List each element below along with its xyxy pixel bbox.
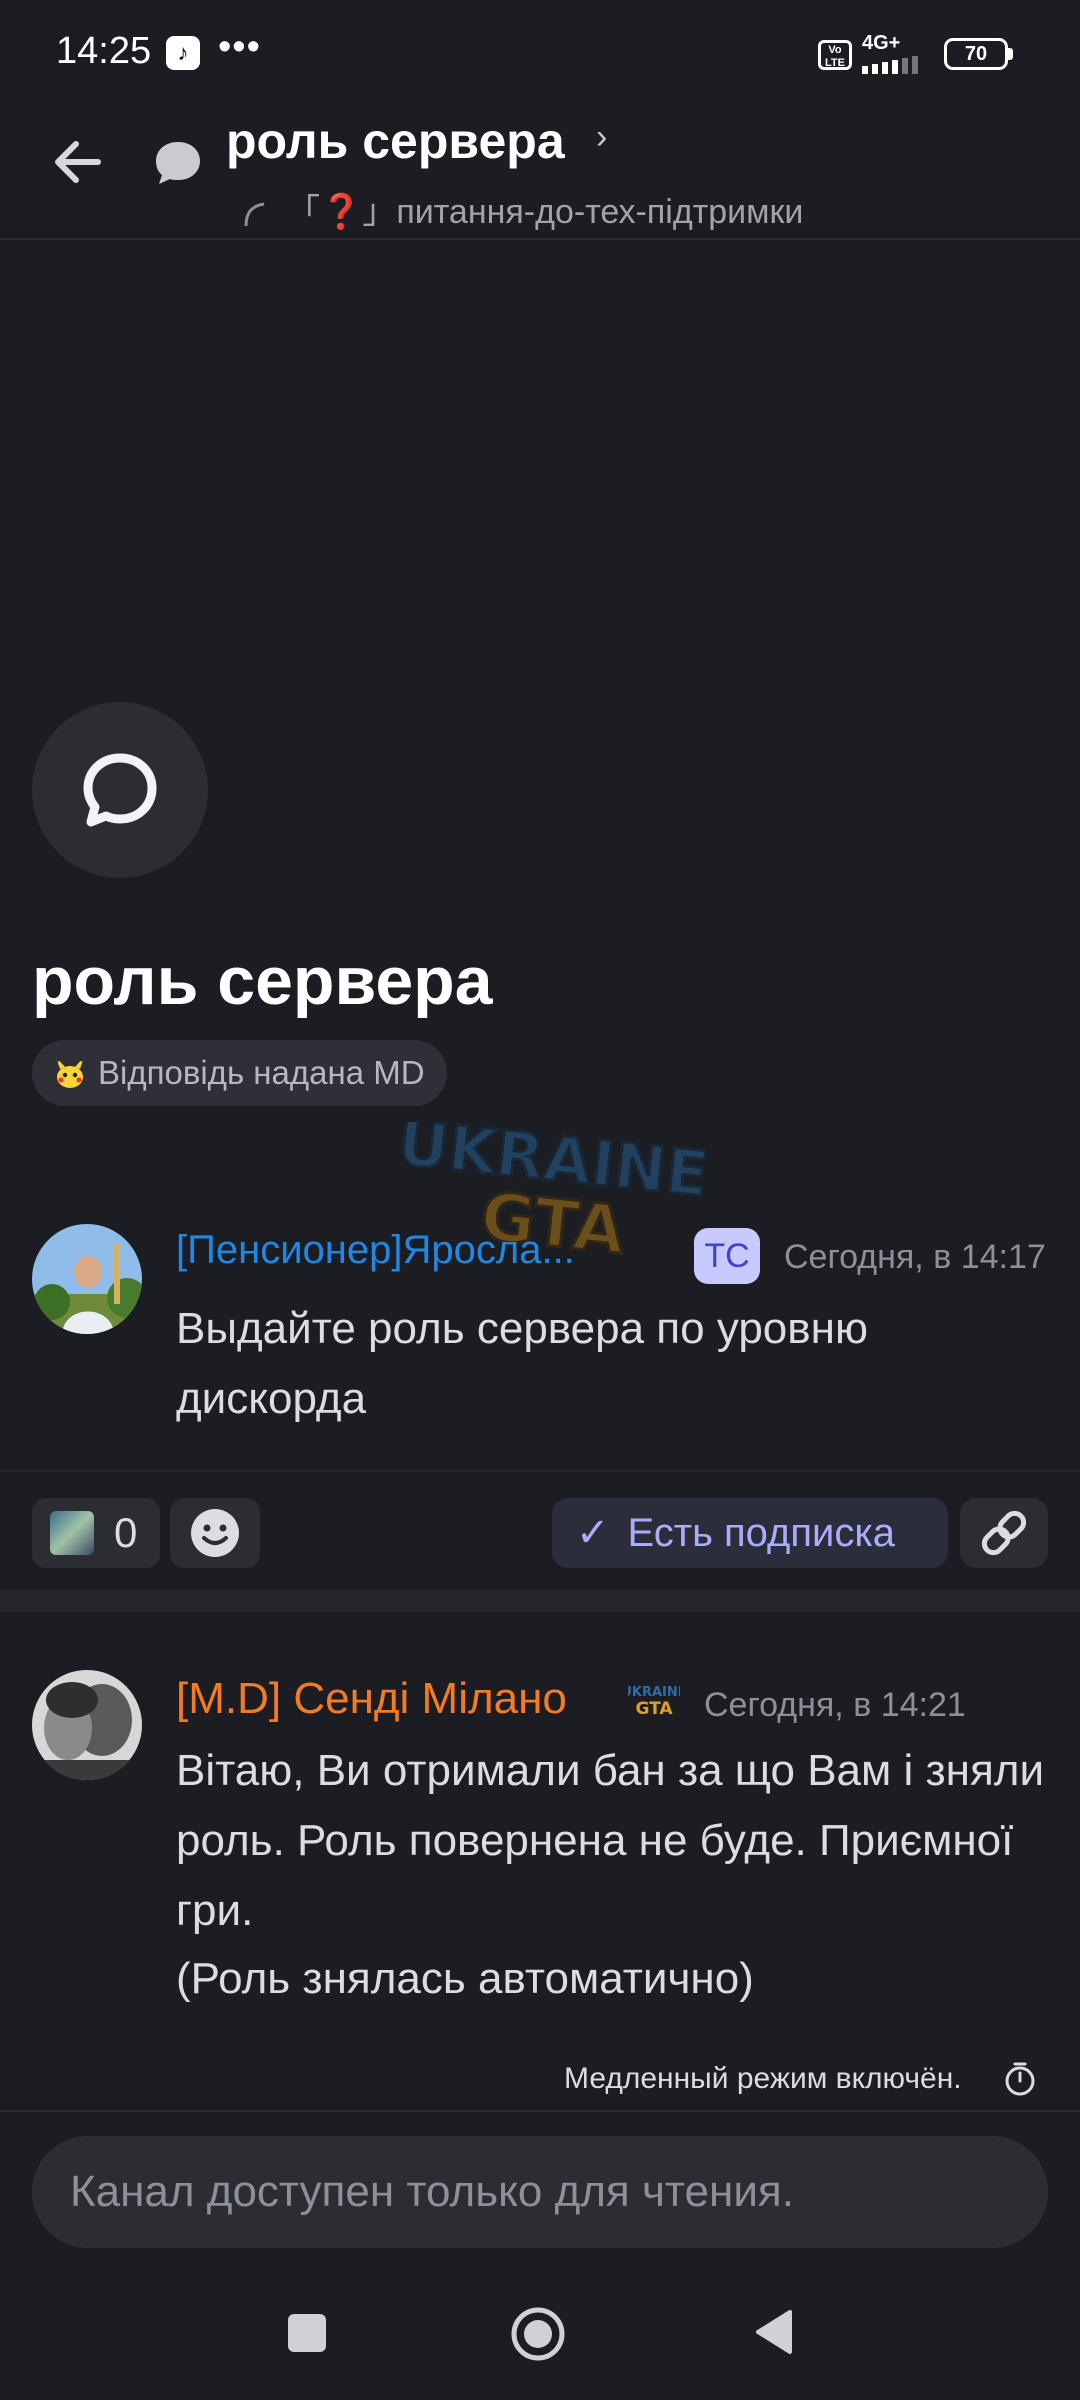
thread-icon: [156, 142, 200, 184]
more-notifications-icon: •••: [218, 26, 261, 68]
thread-title: роль сервера: [32, 943, 493, 1019]
copy-link-button[interactable]: [960, 1498, 1048, 1568]
thread-hero-icon-circle: [32, 702, 208, 878]
thread-branch-icon: [244, 202, 265, 226]
back-button[interactable]: [752, 2308, 794, 2356]
follow-thread-button[interactable]: ✓ Есть подписка: [552, 1498, 948, 1568]
smiley-icon: [191, 1509, 239, 1557]
follow-label: Есть подписка: [627, 1510, 896, 1555]
home-button[interactable]: [510, 2306, 566, 2362]
chat-bubble-icon: [83, 753, 157, 827]
svg-text:UKRAINE: UKRAINE: [628, 1685, 680, 1700]
message-author[interactable]: [Пенсионер]Яросла...: [176, 1228, 575, 1273]
message-text: Выдайте роль сервера по уровню дискорда: [176, 1304, 868, 1423]
user-avatar-image: [32, 1670, 142, 1780]
battery-tip: [1008, 48, 1013, 60]
reaction-emoji-image: [50, 1511, 94, 1555]
status-time: 14:25: [56, 30, 152, 72]
user-avatar-image: [32, 1224, 142, 1334]
recent-apps-button[interactable]: [288, 2314, 326, 2352]
volte-icon: Vo LTE: [818, 40, 852, 70]
message-timestamp: Сегодня, в 14:21: [704, 1686, 966, 1724]
section-separator: [0, 1590, 1080, 1612]
checkmark-icon: ✓: [576, 1511, 610, 1555]
read-only-composer: Канал доступен только для чтения.: [32, 2136, 1048, 2248]
message-timestamp: Сегодня, в 14:17: [784, 1238, 1046, 1276]
slowmode-notice: Медленный режим включён.: [564, 2062, 962, 2095]
signal-strength-icon: [862, 56, 918, 74]
message-text: Вітаю, Ви отримали бан за що Вам і зняли…: [176, 1746, 1045, 1935]
back-arrow-icon[interactable]: [34, 120, 124, 210]
answer-tag-label: Відповідь надана MD: [98, 1054, 425, 1091]
header-divider: [0, 238, 1080, 240]
reaction-count: 0: [114, 1509, 138, 1556]
divider: [0, 1470, 1080, 1472]
pikachu-emoji-icon: [56, 1057, 84, 1088]
add-reaction-button[interactable]: [170, 1498, 260, 1568]
battery-icon: 70: [944, 38, 1008, 70]
message-text: (Роль знялась автоматично): [176, 1954, 754, 2003]
original-poster-badge: ТС: [694, 1228, 760, 1284]
parent-channel-name[interactable]: 「❓」питання-до-тех-підтримки: [286, 184, 803, 233]
svg-text:GTA: GTA: [635, 1699, 673, 1719]
avatar[interactable]: [32, 1670, 142, 1780]
reaction-button[interactable]: 0: [32, 1498, 160, 1568]
composer-divider: [0, 2110, 1080, 2112]
header-title[interactable]: роль сервера: [226, 112, 565, 170]
status-bar: 14:25 ♪ ••• Vo LTE 4G+ 70: [0, 0, 1080, 110]
chevron-right-icon[interactable]: ›: [596, 118, 607, 157]
link-icon: [981, 1510, 1027, 1556]
tiktok-notification-icon: ♪: [166, 36, 200, 70]
avatar[interactable]: [32, 1224, 142, 1334]
network-type: 4G+: [862, 32, 901, 54]
answer-tag[interactable]: Відповідь надана MD: [32, 1040, 447, 1106]
ukraine-gta-role-icon: UKRAINE GTA: [628, 1685, 680, 1719]
message-author[interactable]: [M.D] Сенді Мілано: [176, 1674, 567, 1724]
stopwatch-icon: [1005, 2062, 1035, 2096]
